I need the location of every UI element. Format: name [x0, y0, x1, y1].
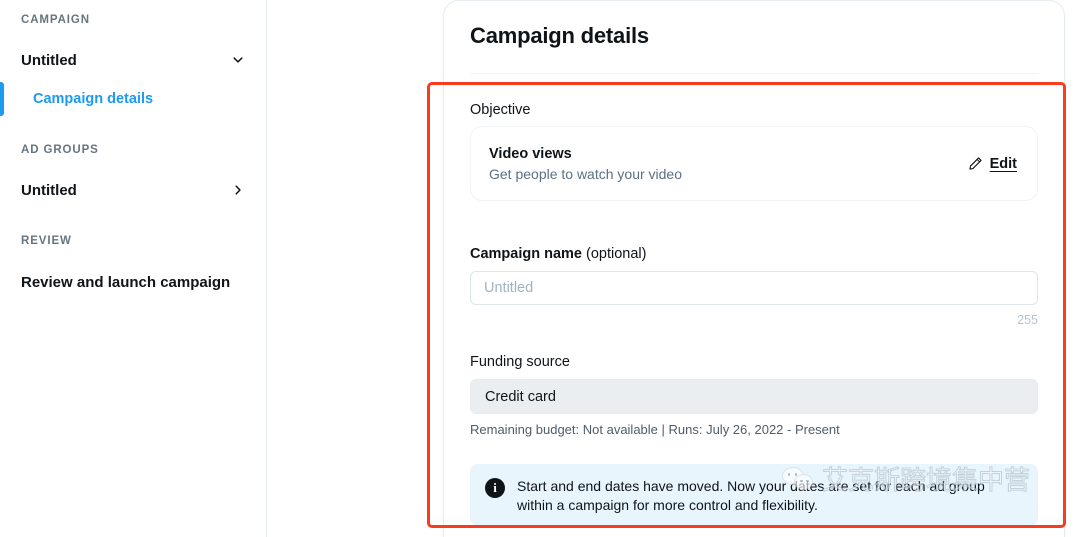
campaign-details-screen: CAMPAIGN Untitled Campaign details AD GR… — [0, 0, 1080, 537]
sidebar-item-review-and-launch[interactable]: Review and launch campaign — [0, 265, 267, 299]
funding-source-helper-text: Remaining budget: Not available | Runs: … — [470, 422, 840, 437]
edit-objective-label: Edit — [989, 155, 1017, 172]
sidebar-item-campaign-details[interactable]: Campaign details — [0, 84, 267, 114]
objective-text-group: Video views Get people to watch your vid… — [489, 146, 968, 182]
campaign-name-label-optional: (optional) — [582, 246, 647, 262]
info-icon: i — [485, 478, 505, 498]
dates-moved-info-text: Start and end dates have moved. Now your… — [517, 478, 985, 513]
dates-moved-info-banner: i Start and end dates have moved. Now yo… — [470, 464, 1038, 526]
campaign-name-char-counter: 255 — [1017, 313, 1038, 327]
campaign-name-label-strong: Campaign name — [470, 246, 582, 262]
main-content-area: Campaign details Objective Video views G… — [267, 0, 1080, 537]
campaign-details-card: Campaign details Objective Video views G… — [443, 0, 1065, 537]
sidebar-item-adgroup-untitled[interactable]: Untitled — [0, 173, 267, 207]
funding-source-label: Funding source — [470, 354, 570, 370]
sidebar-item-adgroup-untitled-label: Untitled — [21, 181, 77, 199]
edit-objective-button[interactable]: Edit — [968, 156, 1017, 172]
campaign-sidebar: CAMPAIGN Untitled Campaign details AD GR… — [0, 0, 267, 537]
page-title: Campaign details — [470, 23, 649, 48]
objective-card: Video views Get people to watch your vid… — [470, 126, 1038, 201]
objective-label: Objective — [470, 102, 531, 118]
sidebar-item-review-and-launch-label: Review and launch campaign — [21, 273, 231, 291]
chevron-down-icon[interactable] — [231, 53, 245, 67]
campaign-name-label: Campaign name (optional) — [470, 246, 646, 262]
sidebar-item-campaign-untitled[interactable]: Untitled — [0, 43, 267, 77]
campaign-name-input[interactable] — [470, 271, 1038, 305]
chevron-right-icon[interactable] — [231, 183, 245, 197]
funding-source-selected-value: Credit card — [485, 388, 556, 405]
sidebar-section-adgroups-label: AD GROUPS — [21, 144, 99, 156]
sidebar-item-campaign-untitled-label: Untitled — [21, 51, 77, 69]
sidebar-section-review-label: REVIEW — [21, 235, 72, 247]
card-divider — [470, 73, 1038, 74]
sidebar-item-campaign-details-label: Campaign details — [33, 91, 154, 107]
objective-name: Video views — [489, 145, 572, 162]
funding-source-select[interactable]: Credit card — [470, 379, 1038, 414]
pencil-icon — [968, 156, 983, 171]
sidebar-section-campaign-label: CAMPAIGN — [21, 14, 90, 26]
objective-description: Get people to watch your video — [489, 165, 683, 182]
